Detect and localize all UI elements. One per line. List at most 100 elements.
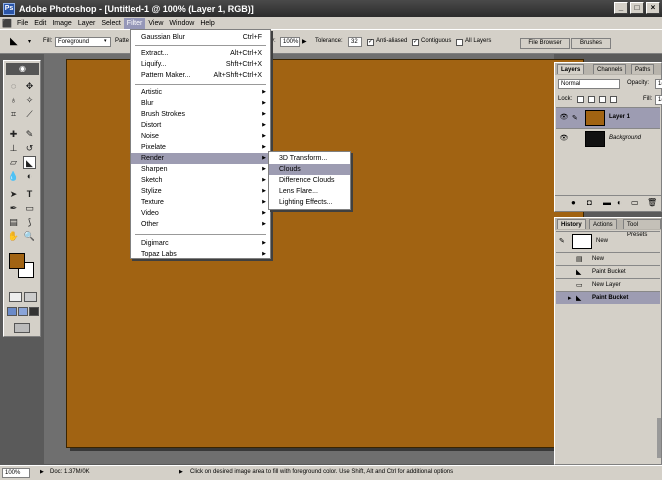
menu-item-extract[interactable]: Extract... Alt+Ctrl+X xyxy=(131,48,270,59)
path-select-icon[interactable]: ➤ xyxy=(7,188,20,201)
stamp-icon[interactable]: ⊥ xyxy=(7,142,20,155)
menu-item-video[interactable]: Video ▶ xyxy=(131,208,270,219)
menu-item-lighting-effects[interactable]: Lighting Effects... xyxy=(269,197,350,208)
paint-bucket-tool-icon[interactable]: ◣ xyxy=(23,156,36,169)
menu-window[interactable]: Window xyxy=(166,18,197,29)
screen-mode-standard-icon[interactable] xyxy=(7,307,17,316)
menu-item-other[interactable]: Other ▶ xyxy=(131,219,270,230)
status-arrow-icon[interactable]: ▶ xyxy=(179,469,183,475)
trash-icon[interactable]: 🗑 xyxy=(647,198,657,207)
new-set-icon[interactable]: ▬ xyxy=(603,198,611,207)
opacity-field[interactable]: 100% xyxy=(280,37,300,47)
lock-position-icon[interactable] xyxy=(599,96,606,103)
opacity-arrow-icon[interactable]: ▶ xyxy=(302,38,307,45)
standard-mode-icon[interactable] xyxy=(9,292,22,302)
menu-item-digimarc[interactable]: Digimarc ▶ xyxy=(131,238,270,249)
history-snapshot[interactable]: ✎ New xyxy=(556,231,660,251)
menu-item-pixelate[interactable]: Pixelate ▶ xyxy=(131,142,270,153)
menu-item-blur[interactable]: Blur ▶ xyxy=(131,98,270,109)
blur-icon[interactable]: 💧 xyxy=(7,170,20,183)
brush-icon[interactable]: ✎ xyxy=(23,128,36,141)
brushes-tab[interactable]: Brushes xyxy=(571,38,611,49)
magic-wand-icon[interactable]: ✧ xyxy=(23,94,36,107)
notes-icon[interactable]: ▤ xyxy=(7,216,20,229)
eye-icon[interactable]: 👁 xyxy=(558,112,570,124)
tab-paths[interactable]: Paths xyxy=(631,64,655,74)
eye-icon[interactable]: 👁 xyxy=(558,133,570,145)
contiguous-checkbox[interactable]: ✓ xyxy=(412,39,419,46)
zoom-field[interactable]: 100% xyxy=(2,468,30,478)
eraser-icon[interactable]: ▱ xyxy=(7,156,20,169)
menu-help[interactable]: Help xyxy=(197,18,217,29)
tolerance-field[interactable]: 32 xyxy=(348,37,362,47)
layer-mask-icon[interactable]: ◘ xyxy=(587,198,592,207)
screen-mode-full-menu-icon[interactable] xyxy=(18,307,28,316)
menu-item-difference-clouds[interactable]: Difference Clouds xyxy=(269,175,350,186)
quickmask-mode-icon[interactable] xyxy=(24,292,37,302)
menu-item-3d-transform[interactable]: 3D Transform... xyxy=(269,153,350,164)
history-state-new-layer[interactable]: ▭ New Layer xyxy=(556,278,660,291)
dodge-icon[interactable]: ◐ xyxy=(23,170,36,183)
menu-item-noise[interactable]: Noise ▶ xyxy=(131,131,270,142)
tab-actions[interactable]: Actions xyxy=(589,219,617,229)
menu-item-pattern-maker[interactable]: Pattern Maker... Alt+Shft+Ctrl+X xyxy=(131,70,270,81)
panel-scrollbar[interactable] xyxy=(657,418,661,458)
history-state-paint-bucket[interactable]: ◣ Paint Bucket xyxy=(556,265,660,278)
menu-item-render[interactable]: Render ▶ xyxy=(131,153,270,164)
layer-row-layer-1[interactable]: 👁 ✎ Layer 1 xyxy=(556,107,660,128)
lasso-icon[interactable]: ♁ xyxy=(7,94,20,107)
crop-icon[interactable]: ⌗ xyxy=(7,108,20,121)
healing-icon[interactable]: ✚ xyxy=(7,128,20,141)
menu-file[interactable]: File xyxy=(14,18,31,29)
info-arrow-icon[interactable]: ▶ xyxy=(40,469,44,475)
menu-edit[interactable]: Edit xyxy=(31,18,49,29)
move-icon[interactable]: ✥ xyxy=(23,80,36,93)
menu-item-sharpen[interactable]: Sharpen ▶ xyxy=(131,164,270,175)
history-brush-icon[interactable]: ↺ xyxy=(23,142,36,155)
history-state-new[interactable]: ▤ New xyxy=(556,252,660,265)
layer-fill-field[interactable]: 1( xyxy=(655,95,662,105)
history-brush-icon[interactable]: ✎ xyxy=(559,237,565,245)
blend-mode-select[interactable]: Normal xyxy=(558,79,620,89)
minimize-button[interactable]: _ xyxy=(614,2,628,14)
marquee-icon[interactable]: ◌ xyxy=(7,80,20,93)
menu-layer[interactable]: Layer xyxy=(75,18,99,29)
tab-layers[interactable]: Layers xyxy=(557,64,585,74)
menu-select[interactable]: Select xyxy=(98,18,123,29)
menu-item-texture[interactable]: Texture ▶ xyxy=(131,197,270,208)
screen-mode-full-icon[interactable] xyxy=(29,307,39,316)
new-layer-icon[interactable]: ▭ xyxy=(631,198,639,207)
maximize-button[interactable]: □ xyxy=(630,2,644,14)
history-state-paint-bucket-active[interactable]: ▸ ◣ Paint Bucket xyxy=(556,291,660,304)
tab-tool-presets[interactable]: Tool Presets xyxy=(623,219,661,238)
type-icon[interactable]: T xyxy=(23,188,36,201)
lock-image-icon[interactable] xyxy=(588,96,595,103)
menu-item-gaussian-blur[interactable]: Gaussian Blur Ctrl+F xyxy=(131,32,270,43)
menu-item-distort[interactable]: Distort ▶ xyxy=(131,120,270,131)
file-browser-tab[interactable]: File Browser xyxy=(520,38,570,49)
menu-item-artistic[interactable]: Artistic ▶ xyxy=(131,87,270,98)
lock-all-icon[interactable] xyxy=(610,96,617,103)
menu-item-lens-flare[interactable]: Lens Flare... xyxy=(269,186,350,197)
eyedropper-icon[interactable]: ⟆ xyxy=(23,216,36,229)
menu-item-clouds[interactable]: Clouds xyxy=(269,164,350,175)
foreground-color-swatch[interactable] xyxy=(9,253,25,269)
menu-view[interactable]: View xyxy=(145,18,166,29)
adobe-online-icon[interactable]: ◉ xyxy=(6,63,39,75)
zoom-icon[interactable]: 🔍 xyxy=(23,230,36,243)
menu-item-stylize[interactable]: Stylize ▶ xyxy=(131,186,270,197)
anti-aliased-checkbox[interactable]: ✓ xyxy=(367,39,374,46)
menu-filter[interactable]: Filter xyxy=(123,17,146,29)
menu-image[interactable]: Image xyxy=(49,18,74,29)
layer-row-background[interactable]: 👁 Background xyxy=(556,128,660,149)
fill-select[interactable]: Foreground xyxy=(55,37,111,47)
imageready-jump-icon[interactable] xyxy=(14,323,30,333)
menu-item-sketch[interactable]: Sketch ▶ xyxy=(131,175,270,186)
menu-item-liquify[interactable]: Liquify... Shft+Ctrl+X xyxy=(131,59,270,70)
hand-icon[interactable]: ✋ xyxy=(7,230,20,243)
close-button[interactable]: × xyxy=(646,2,660,14)
lock-transparency-icon[interactable] xyxy=(577,96,584,103)
menu-item-brush-strokes[interactable]: Brush Strokes ▶ xyxy=(131,109,270,120)
menu-item-topaz-labs[interactable]: Topaz Labs ▶ xyxy=(131,249,270,260)
doc-icon[interactable]: ⬛ xyxy=(0,19,14,28)
